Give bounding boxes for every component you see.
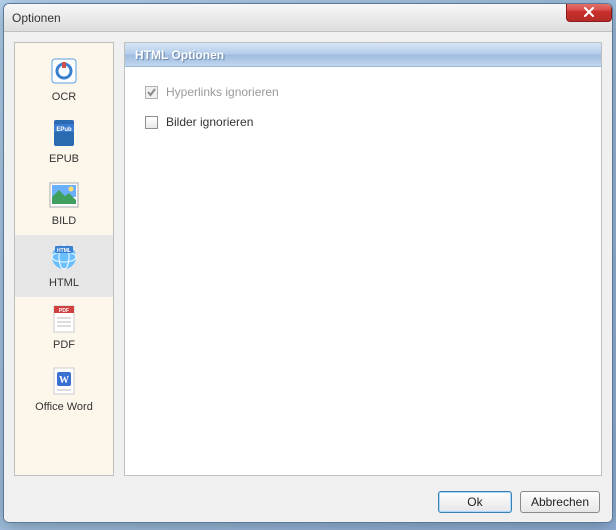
ok-button[interactable]: Ok (438, 491, 512, 513)
client-area: OCR EPub EPUB (4, 32, 612, 522)
titlebar: Optionen (4, 4, 612, 32)
svg-text:PDF: PDF (59, 308, 69, 314)
pdf-icon: PDF (48, 303, 80, 335)
close-button[interactable] (566, 3, 612, 22)
svg-text:HTML: HTML (57, 248, 71, 254)
button-label: Abbrechen (531, 495, 589, 509)
content-panel: HTML Optionen Hyperlinks ignorieren Bild… (124, 42, 602, 476)
sidebar-item-label: HTML (49, 277, 79, 289)
main-area: OCR EPub EPUB (4, 32, 612, 482)
option-label: Hyperlinks ignorieren (166, 85, 279, 99)
panel-header: HTML Optionen (125, 43, 601, 67)
footer: Ok Abbrechen (4, 482, 612, 522)
option-label: Bilder ignorieren (166, 115, 253, 129)
checkbox-images[interactable] (145, 116, 158, 129)
sidebar: OCR EPub EPUB (14, 42, 114, 476)
cancel-button[interactable]: Abbrechen (520, 491, 600, 513)
sidebar-item-epub[interactable]: EPub EPUB (15, 111, 113, 173)
sidebar-item-label: OCR (52, 91, 76, 103)
sidebar-item-word[interactable]: W Office Word (15, 359, 113, 421)
html-icon: HTML (48, 241, 80, 273)
sidebar-item-ocr[interactable]: OCR (15, 49, 113, 111)
checkbox-hyperlinks (145, 86, 158, 99)
word-icon: W (48, 365, 80, 397)
image-icon (48, 179, 80, 211)
option-hyperlinks-ignore: Hyperlinks ignorieren (145, 85, 581, 99)
sidebar-item-label: Office Word (35, 401, 93, 413)
close-icon (583, 7, 595, 17)
button-label: Ok (467, 495, 482, 509)
sidebar-item-pdf[interactable]: PDF PDF (15, 297, 113, 359)
sidebar-item-label: PDF (53, 339, 75, 351)
panel-body: Hyperlinks ignorieren Bilder ignorieren (125, 67, 601, 475)
dialog-window: Optionen OCR (3, 3, 613, 523)
window-title: Optionen (12, 11, 61, 25)
epub-icon: EPub (48, 117, 80, 149)
ocr-icon (48, 55, 80, 87)
sidebar-item-bild[interactable]: BILD (15, 173, 113, 235)
sidebar-item-label: EPUB (49, 153, 79, 165)
svg-text:W: W (59, 375, 69, 386)
sidebar-item-label: BILD (52, 215, 76, 227)
option-images-ignore[interactable]: Bilder ignorieren (145, 115, 581, 129)
svg-text:EPub: EPub (56, 127, 72, 133)
sidebar-item-html[interactable]: HTML HTML (15, 235, 113, 297)
check-icon (146, 87, 157, 98)
